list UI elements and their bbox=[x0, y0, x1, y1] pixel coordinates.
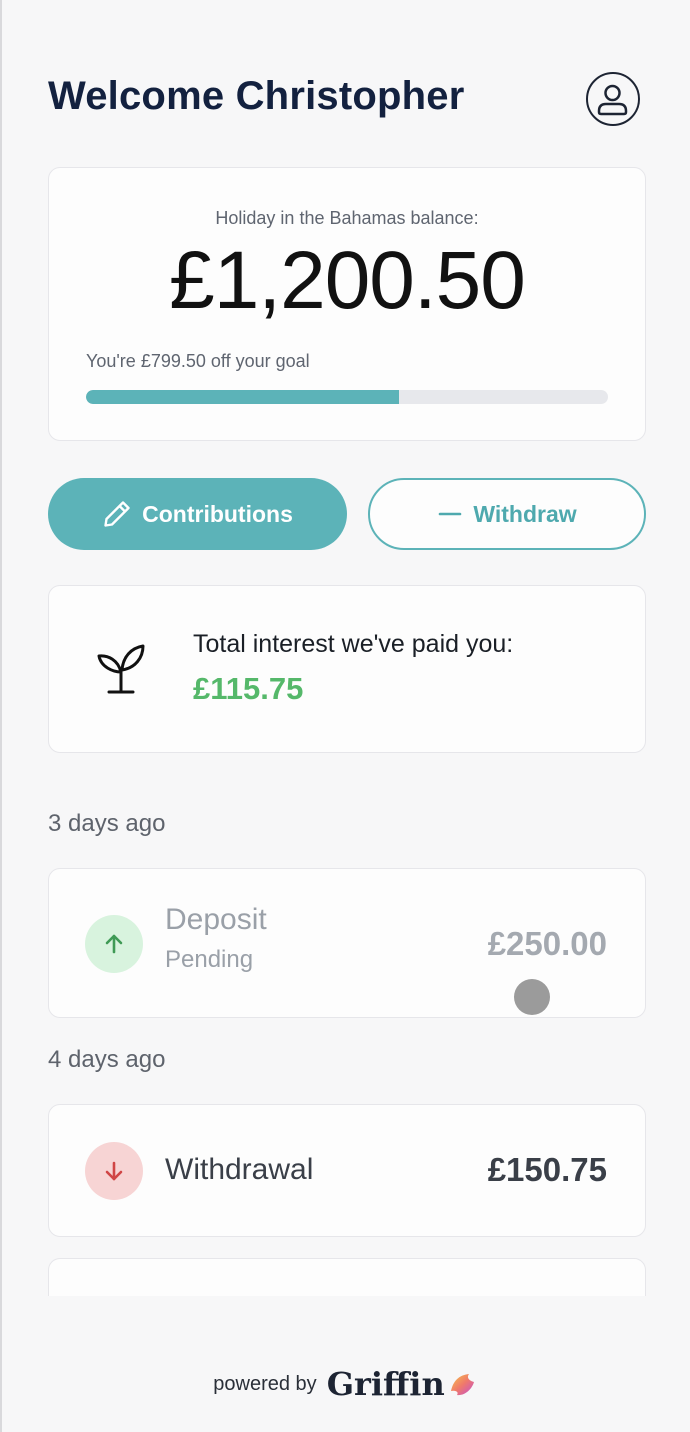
goal-progress-bar bbox=[86, 390, 608, 404]
withdrawal-status-icon bbox=[85, 1142, 143, 1200]
user-icon bbox=[597, 84, 628, 116]
interest-value: £115.75 bbox=[193, 671, 304, 706]
transaction-title: Deposit bbox=[165, 903, 267, 936]
contributions-label: Contributions bbox=[142, 500, 293, 527]
goal-progress-text: You're £799.50 off your goal bbox=[86, 351, 310, 371]
balance-label: Holiday in the Bahamas balance: bbox=[215, 208, 479, 228]
balance-card: Holiday in the Bahamas balance: £1,200.5… bbox=[48, 167, 646, 441]
griffin-logo-icon bbox=[450, 1374, 474, 1396]
transaction-title: Withdrawal bbox=[165, 1153, 314, 1186]
interest-label: Total interest we've paid you: bbox=[193, 630, 514, 658]
withdraw-label: Withdraw bbox=[473, 500, 577, 527]
transaction-status: Pending bbox=[165, 946, 254, 973]
transaction-group-label: 4 days ago bbox=[48, 1046, 166, 1073]
arrow-up-icon bbox=[105, 934, 123, 954]
transaction-amount: £150.75 bbox=[487, 1151, 607, 1188]
sprout-icon bbox=[97, 644, 145, 694]
contributions-button[interactable]: Contributions bbox=[48, 478, 347, 550]
frame-edge bbox=[0, 0, 2, 1432]
transaction-row-deposit[interactable]: Deposit Pending £250.00 bbox=[48, 868, 646, 1018]
transaction-row-withdrawal[interactable]: Withdrawal £150.75 bbox=[48, 1104, 646, 1237]
griffin-brand-name: Griffin bbox=[326, 1365, 445, 1403]
interest-card: Total interest we've paid you: £115.75 bbox=[48, 585, 646, 753]
minus-icon bbox=[439, 512, 462, 516]
arrow-down-icon bbox=[105, 1161, 123, 1181]
touch-indicator bbox=[514, 979, 550, 1015]
deposit-status-icon bbox=[85, 915, 143, 973]
footer-area bbox=[2, 1296, 690, 1432]
transaction-amount: £250.00 bbox=[487, 925, 607, 962]
transaction-group-label: 3 days ago bbox=[48, 810, 166, 837]
withdraw-button[interactable]: Withdraw bbox=[368, 478, 646, 550]
pencil-icon bbox=[104, 501, 130, 527]
profile-button[interactable] bbox=[586, 72, 640, 126]
balance-amount: £1,200.50 bbox=[169, 235, 526, 326]
page-title: Welcome Christopher bbox=[48, 74, 465, 118]
powered-by-text: powered by bbox=[213, 1372, 317, 1395]
powered-by-footer: powered by Griffin bbox=[0, 1365, 690, 1403]
goal-progress-fill bbox=[86, 390, 400, 404]
